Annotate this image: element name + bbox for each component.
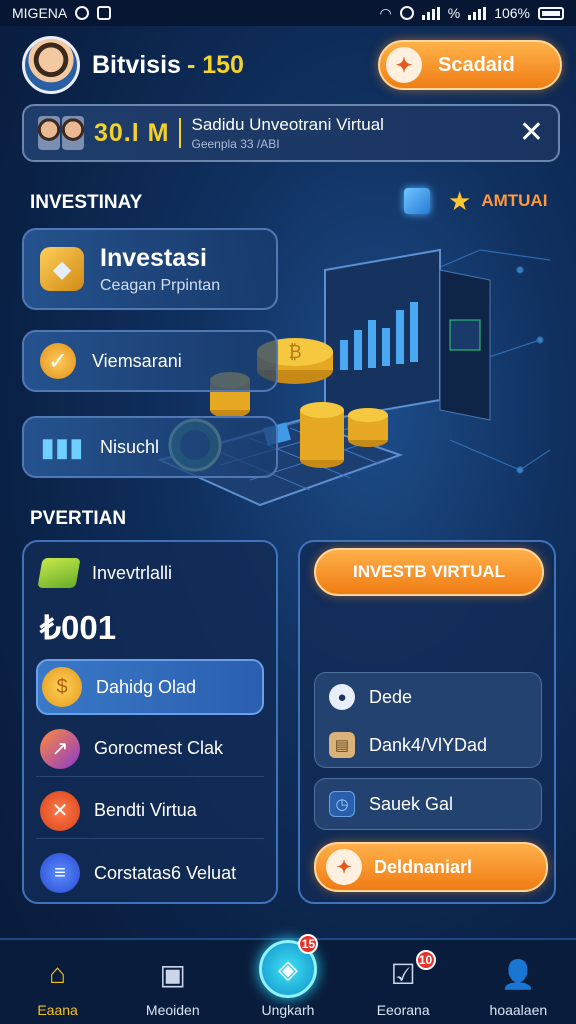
data-saver-icon — [75, 6, 90, 20]
invest-virtual-button[interactable]: INVESTB VIRTUAL — [314, 548, 544, 596]
wallet-icon: ▤ — [329, 732, 355, 758]
list-item-label: Dahidg Olad — [96, 676, 197, 697]
nisuchl-label: Nisuchl — [100, 436, 160, 457]
top-action-button[interactable]: ✦ Scadaid — [378, 40, 562, 90]
portfolio-header: Invevtrlalli — [92, 562, 173, 583]
invest-title: Investasi — [100, 243, 208, 272]
invest-icon: ◆ — [40, 247, 84, 291]
status-box-label: Sauek Gal — [369, 793, 454, 814]
portfolio-balance: ₺001 — [40, 609, 117, 646]
mascot-icon: ✦ — [386, 47, 422, 83]
list-item-label: Bendti Virtua — [94, 800, 197, 820]
battery-icon — [538, 6, 564, 20]
bottom-action-label: Deldnaniarl — [374, 856, 473, 877]
info-row-label: Dank4/VlYDad — [369, 734, 488, 755]
close-icon[interactable]: ✕ — [519, 118, 544, 148]
nav-item-media[interactable]: ▣ Meoiden — [115, 940, 230, 1024]
info-row-dede[interactable]: ● Dede — [315, 673, 541, 721]
banner-amount: 30.l M — [94, 118, 170, 147]
portfolio-panel: Invevtrlalli ₺001 $ Dahidg Olad ↗ Gorocm… — [22, 540, 278, 904]
nav-label: Meoiden — [145, 1002, 200, 1018]
list-item-dahidg[interactable]: $ Dahidg Olad — [36, 659, 264, 715]
banner-title: Sadidu Unveotrani Virtual — [191, 115, 384, 134]
carrier-label: MIGENA — [12, 5, 68, 21]
signal-icon-2 — [468, 6, 487, 20]
nav-label: hoaalaen — [489, 1002, 548, 1018]
bar-chart-icon: ▮▮▮ — [40, 431, 84, 462]
clock-icon: ◷ — [329, 791, 355, 817]
info-box: ● Dede ▤ Dank4/VlYDad — [314, 672, 542, 768]
battery-percent: 106% — [494, 5, 530, 21]
wifi-icon: ◠ — [379, 4, 392, 21]
home-icon: ⌂ — [49, 958, 67, 989]
signal-icon — [421, 6, 440, 20]
notification-badge: 10 — [415, 950, 436, 970]
list-item-gorocmest[interactable]: ↗ Gorocmest Clak — [36, 721, 264, 777]
banner-divider — [179, 118, 182, 148]
list-item-label: Gorocmest Clak — [94, 738, 224, 758]
status-bar: MIGENA ◠ % 106% — [0, 0, 576, 26]
score: - 150 — [186, 50, 244, 79]
virtual-panel: INVESTB VIRTUAL ● Dede ▤ Dank4/VlYDad ◷ … — [298, 540, 556, 904]
layers-icon — [37, 558, 81, 588]
header: Bitvisis - 150 ✦ Scadaid — [22, 36, 562, 94]
nav-item-center[interactable]: ◈ 15 Ungkarh — [230, 934, 345, 1024]
star-icon: ★ — [448, 186, 472, 216]
nav-label: Ungkarh — [261, 1002, 315, 1018]
bottom-action-button[interactable]: ✦ Deldnaniarl — [314, 842, 548, 892]
top-action-label: Scadaid — [438, 53, 515, 76]
nav-label: Eeorana — [376, 1002, 430, 1018]
info-row-label: Dede — [369, 686, 413, 707]
avatar[interactable] — [22, 36, 80, 94]
list-item-corstatas[interactable]: ≡ Corstatas6 Veluat — [36, 845, 264, 901]
section-title-pvertian: PVERTIAN — [30, 508, 127, 529]
trend-icon: ↗ — [40, 728, 80, 769]
svg-text:₿: ₿ — [288, 342, 301, 363]
notification-icon — [97, 6, 112, 20]
mutual-label[interactable]: AMTUAI — [481, 191, 547, 211]
nav-item-home[interactable]: ⌂ Eaana — [0, 940, 115, 1024]
list-item-bendti[interactable]: ✕ Bendti Virtua — [36, 783, 264, 839]
check-icon: ✓ — [40, 343, 76, 379]
nav-item-tasks[interactable]: ☑ 10 Eeorana — [346, 940, 461, 1024]
notification-badge: 15 — [298, 934, 319, 954]
invest-virtual-label: INVESTB VIRTUAL — [352, 562, 506, 581]
status-box[interactable]: ◷ Sauek Gal — [314, 778, 542, 830]
coin-icon: $ — [42, 667, 82, 707]
invest-subtitle: Ceagan Prpintan — [100, 276, 221, 294]
user-icon: 👤 — [500, 958, 536, 990]
image-icon: ▣ — [159, 958, 187, 990]
stack-icon: ≡ — [40, 853, 80, 893]
alarm-icon — [399, 6, 414, 20]
search-icon: ● — [329, 684, 355, 710]
menu-card-nisuchl[interactable]: ▮▮▮ Nisuchl — [22, 416, 278, 478]
mutual-badges: ★ AMTUAI — [404, 188, 547, 214]
percent-icon: % — [447, 5, 461, 21]
cube-icon — [404, 188, 430, 214]
list-item-label: Corstatas6 Veluat — [94, 862, 237, 883]
viemsarani-label: Viemsarani — [92, 350, 182, 371]
menu-card-investasi[interactable]: ◆ Investasi Ceagan Prpintan — [22, 228, 278, 310]
banner-subtitle: Geenpla 33 /ABI — [191, 137, 280, 151]
section-title-investinay: INVESTINAY — [30, 192, 143, 213]
username: Bitvisis — [92, 50, 181, 79]
bottom-nav: ⌂ Eaana ▣ Meoiden ◈ 15 Ungkarh ☑ 10 Eeor… — [0, 934, 576, 1024]
users-icon — [38, 116, 84, 150]
mascot-icon: ✦ — [326, 849, 362, 885]
promo-banner[interactable]: 30.l M Sadidu Unveotrani Virtual Geenpla… — [22, 104, 560, 162]
menu-card-viemsarani[interactable]: ✓ Viemsarani — [22, 330, 278, 392]
cross-icon: ✕ — [40, 790, 80, 831]
nav-item-profile[interactable]: 👤 hoaalaen — [461, 940, 576, 1024]
nav-label: Eaana — [37, 1002, 78, 1018]
info-row-dank[interactable]: ▤ Dank4/VlYDad — [315, 721, 541, 769]
